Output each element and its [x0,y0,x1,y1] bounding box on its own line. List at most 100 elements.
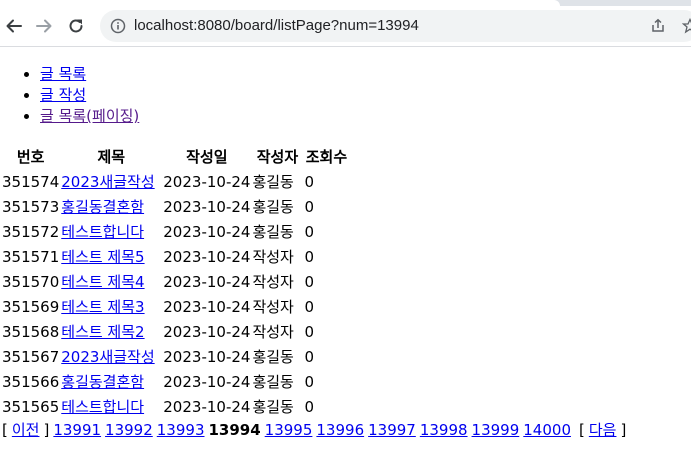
post-number: 351567 [2,348,60,366]
table-cell: 351573 [0,195,59,220]
post-views: 0 [304,298,314,316]
post-number: 351569 [2,298,60,316]
post-writer: 작성자 [252,273,294,291]
pager-close-bracket: ] [43,421,50,439]
post-date: 2023-10-24 [163,398,251,416]
current-page-number: 13994 [208,421,261,439]
table-cell: 2023-10-24 [161,245,250,270]
url-text[interactable]: localhost:8080/board/listPage?num=13994 [134,16,419,36]
table-cell: 351565 [0,395,59,420]
nav-link-list: 글 목록 글 작성 글 목록(페이징) [0,64,139,127]
page-number-link[interactable]: 13999 [472,421,520,439]
post-number: 351573 [2,198,60,216]
table-cell: 0 [302,395,348,420]
table-header-row: 번호 제목 작성일 작성자 조회수 [0,145,348,170]
page-number-link[interactable]: 13991 [53,421,101,439]
board-list-link[interactable]: 글 목록 [40,65,86,83]
post-title-link[interactable]: 테스트 제목4 [61,273,144,291]
bookmark-star-icon[interactable] [680,16,691,36]
table-cell: 351566 [0,370,59,395]
browser-toolbar: localhost:8080/board/listPage?num=13994 [0,6,691,47]
table-row: 351570 테스트 제목4 2023-10-24 작성자 0 [0,270,348,295]
post-date: 2023-10-24 [163,223,251,241]
table-cell: 홍길동 [250,170,302,195]
post-title-link[interactable]: 홍길동결혼함 [61,373,144,391]
post-writer: 홍길동 [252,398,294,416]
post-date: 2023-10-24 [163,373,251,391]
pager-open-bracket: [ [578,421,585,439]
table-row: 351569 테스트 제목3 2023-10-24 작성자 0 [0,295,348,320]
table-cell: 작성자 [250,320,302,345]
post-title-link[interactable]: 테스트 제목2 [61,323,144,341]
paged-list-link[interactable]: 글 목록(페이징) [40,107,139,125]
post-date: 2023-10-24 [163,273,251,291]
table-cell: 0 [302,295,348,320]
table-cell: 2023-10-24 [161,370,250,395]
reload-button[interactable] [62,12,90,40]
table-cell: 홍길동 [250,370,302,395]
post-date: 2023-10-24 [163,348,251,366]
page-number-link[interactable]: 13992 [105,421,153,439]
table-cell: 0 [302,220,348,245]
reload-icon [69,19,83,33]
nav-list-item: 글 목록(페이징) [40,106,139,127]
post-title-link[interactable]: 2023새글작성 [61,348,154,366]
table-cell: 2023-10-24 [161,395,250,420]
table-cell: 351569 [0,295,59,320]
page-number-link[interactable]: 13995 [265,421,313,439]
table-cell: 0 [302,345,348,370]
post-views: 0 [304,273,314,291]
table-cell: 2023-10-24 [161,270,250,295]
share-icon[interactable] [648,16,668,36]
header-views: 조회수 [305,148,348,166]
page-number-link[interactable]: 13997 [368,421,416,439]
header-title: 제목 [97,148,126,166]
table-row: 351565 테스트합니다 2023-10-24 홍길동 0 [0,395,348,420]
post-date: 2023-10-24 [163,323,251,341]
forward-button[interactable] [30,12,58,40]
write-post-link[interactable]: 글 작성 [40,86,86,104]
post-title-link[interactable]: 테스트합니다 [61,398,144,416]
table-cell: 2023새글작성 [59,170,161,195]
page-number-link[interactable]: 13993 [157,421,205,439]
next-page-link[interactable]: 다음 [589,421,617,439]
table-cell: 0 [302,270,348,295]
post-writer: 홍길동 [252,198,294,216]
post-views: 0 [304,223,314,241]
post-title-link[interactable]: 테스트 제목5 [61,248,144,266]
table-cell: 351567 [0,345,59,370]
table-row: 351568 테스트 제목2 2023-10-24 작성자 0 [0,320,348,345]
table-row: 351573 홍길동결혼함 2023-10-24 홍길동 0 [0,195,348,220]
post-writer: 작성자 [252,323,294,341]
address-bar[interactable]: localhost:8080/board/listPage?num=13994 [100,10,691,42]
page-number-list: 13991 13992 13993 13994 13995 13996 13997 13998… [53,421,575,439]
post-title-link[interactable]: 2023새글작성 [61,173,154,191]
post-title-link[interactable]: 테스트합니다 [61,223,144,241]
pager-close-bracket: ] [620,421,627,439]
post-number: 351568 [2,323,60,341]
table-cell: 테스트합니다 [59,395,161,420]
table-cell: 0 [302,245,348,270]
page-number-link[interactable]: 14000 [523,421,571,439]
nav-list-item: 글 목록 [40,64,139,85]
table-cell: 0 [302,195,348,220]
post-title-link[interactable]: 홍길동결혼함 [61,198,144,216]
table-cell: 테스트 제목3 [59,295,161,320]
pagination: [이전] 13991 13992 13993 13994 13995 13996 13997 1… [2,419,630,441]
site-info-icon[interactable] [108,16,128,36]
table-cell: 작성자 [250,270,302,295]
table-body: 351574 2023새글작성 2023-10-24 홍길동 0 351573 홍길동결혼함… [0,170,348,420]
forward-arrow-icon [36,19,52,33]
prev-page-link[interactable]: 이전 [12,421,40,439]
back-arrow-icon [6,19,22,33]
table-row: 351572 테스트합니다 2023-10-24 홍길동 0 [0,220,348,245]
post-title-link[interactable]: 테스트 제목3 [61,298,144,316]
header-writer: 작성자 [256,148,299,166]
table-cell: 0 [302,320,348,345]
table-cell: 351568 [0,320,59,345]
page-number-link[interactable]: 13998 [420,421,468,439]
page-number-link[interactable]: 13996 [316,421,364,439]
post-views: 0 [304,348,314,366]
post-writer: 홍길동 [252,348,294,366]
back-button[interactable] [0,12,28,40]
